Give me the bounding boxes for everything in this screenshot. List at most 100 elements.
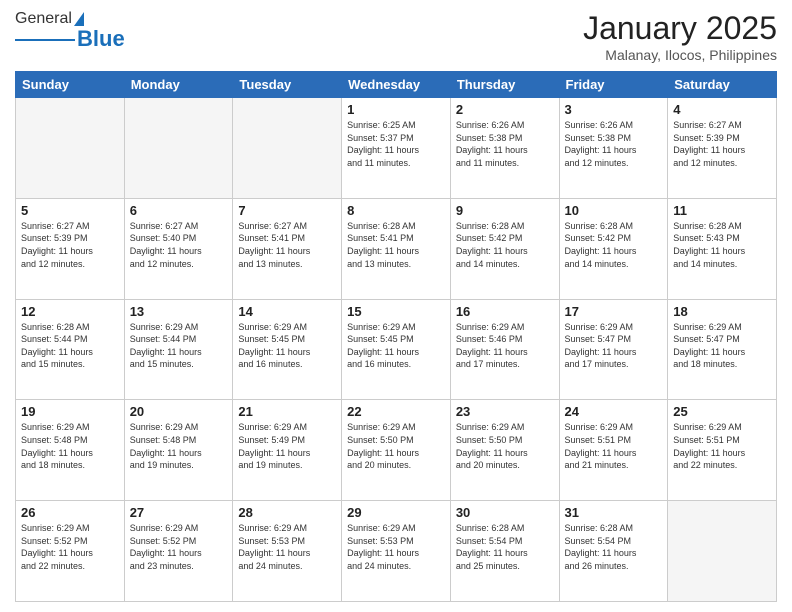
table-row: 19 Sunrise: 6:29 AM Sunset: 5:48 PM Dayli… [16,400,125,501]
table-row: 11 Sunrise: 6:28 AM Sunset: 5:43 PM Dayli… [668,198,777,299]
table-row: 16 Sunrise: 6:29 AM Sunset: 5:46 PM Dayli… [450,299,559,400]
cell-info: Sunrise: 6:29 AM Sunset: 5:50 PM Dayligh… [347,421,445,471]
day-number: 22 [347,404,445,419]
col-thursday: Thursday [450,72,559,98]
table-row: 27 Sunrise: 6:29 AM Sunset: 5:52 PM Dayli… [124,501,233,602]
col-monday: Monday [124,72,233,98]
day-number: 2 [456,102,554,117]
cell-info: Sunrise: 6:29 AM Sunset: 5:48 PM Dayligh… [130,421,228,471]
cell-info: Sunrise: 6:29 AM Sunset: 5:51 PM Dayligh… [565,421,663,471]
day-number: 21 [238,404,336,419]
day-number: 23 [456,404,554,419]
table-row: 21 Sunrise: 6:29 AM Sunset: 5:49 PM Dayli… [233,400,342,501]
day-number: 10 [565,203,663,218]
header: General Blue January 2025 Malanay, Iloco… [15,10,777,63]
table-row: 5Sunrise: 6:27 AM Sunset: 5:39 PM Daylig… [16,198,125,299]
day-number: 20 [130,404,228,419]
table-row: 9 Sunrise: 6:28 AM Sunset: 5:42 PM Daylig… [450,198,559,299]
day-number: 29 [347,505,445,520]
table-row: 30 Sunrise: 6:28 AM Sunset: 5:54 PM Dayli… [450,501,559,602]
table-row: 17 Sunrise: 6:29 AM Sunset: 5:47 PM Dayli… [559,299,668,400]
day-number: 12 [21,304,119,319]
table-row: 28Sunrise: 6:29 AM Sunset: 5:53 PM Dayli… [233,501,342,602]
day-number: 7 [238,203,336,218]
cell-info: Sunrise: 6:27 AM Sunset: 5:41 PM Dayligh… [238,220,336,270]
col-wednesday: Wednesday [342,72,451,98]
cell-info: Sunrise: 6:29 AM Sunset: 5:52 PM Dayligh… [130,522,228,572]
table-row: 26 Sunrise: 6:29 AM Sunset: 5:52 PM Dayli… [16,501,125,602]
cell-info: Sunrise: 6:29 AM Sunset: 5:51 PM Dayligh… [673,421,771,471]
day-number: 6 [130,203,228,218]
day-number: 9 [456,203,554,218]
cell-info: Sunrise: 6:28 AM Sunset: 5:42 PM Dayligh… [456,220,554,270]
cell-info: Sunrise: 6:28 AM Sunset: 5:43 PM Dayligh… [673,220,771,270]
day-number: 31 [565,505,663,520]
page: General Blue January 2025 Malanay, Iloco… [0,0,792,612]
table-row: 23 Sunrise: 6:29 AM Sunset: 5:50 PM Dayli… [450,400,559,501]
table-row: 20 Sunrise: 6:29 AM Sunset: 5:48 PM Dayli… [124,400,233,501]
cell-info: Sunrise: 6:29 AM Sunset: 5:53 PM Dayligh… [238,522,336,572]
table-row: 24Sunrise: 6:29 AM Sunset: 5:51 PM Dayli… [559,400,668,501]
logo: General Blue [15,10,125,52]
calendar-week-row: 1Sunrise: 6:25 AM Sunset: 5:37 PM Daylig… [16,98,777,199]
table-row: 31 Sunrise: 6:28 AM Sunset: 5:54 PM Dayli… [559,501,668,602]
cell-info: Sunrise: 6:27 AM Sunset: 5:39 PM Dayligh… [21,220,119,270]
cell-info: Sunrise: 6:29 AM Sunset: 5:53 PM Dayligh… [347,522,445,572]
cell-info: Sunrise: 6:29 AM Sunset: 5:47 PM Dayligh… [673,321,771,371]
table-row: 13Sunrise: 6:29 AM Sunset: 5:44 PM Dayli… [124,299,233,400]
day-number: 15 [347,304,445,319]
day-number: 4 [673,102,771,117]
cell-info: Sunrise: 6:29 AM Sunset: 5:44 PM Dayligh… [130,321,228,371]
calendar-table: Sunday Monday Tuesday Wednesday Thursday… [15,71,777,602]
calendar-week-row: 26 Sunrise: 6:29 AM Sunset: 5:52 PM Dayli… [16,501,777,602]
logo-line [15,39,75,41]
cell-info: Sunrise: 6:28 AM Sunset: 5:41 PM Dayligh… [347,220,445,270]
day-number: 11 [673,203,771,218]
month-title: January 2025 [583,10,777,47]
day-number: 14 [238,304,336,319]
table-row: 10 Sunrise: 6:28 AM Sunset: 5:42 PM Dayli… [559,198,668,299]
day-number: 16 [456,304,554,319]
day-number: 19 [21,404,119,419]
cell-info: Sunrise: 6:29 AM Sunset: 5:48 PM Dayligh… [21,421,119,471]
cell-info: Sunrise: 6:28 AM Sunset: 5:44 PM Dayligh… [21,321,119,371]
table-row [124,98,233,199]
title-block: January 2025 Malanay, Ilocos, Philippine… [583,10,777,63]
day-number: 25 [673,404,771,419]
calendar-week-row: 12 Sunrise: 6:28 AM Sunset: 5:44 PM Dayli… [16,299,777,400]
day-number: 26 [21,505,119,520]
cell-info: Sunrise: 6:29 AM Sunset: 5:45 PM Dayligh… [238,321,336,371]
logo-triangle-icon [74,12,84,26]
calendar-header-row: Sunday Monday Tuesday Wednesday Thursday… [16,72,777,98]
table-row [16,98,125,199]
cell-info: Sunrise: 6:28 AM Sunset: 5:54 PM Dayligh… [456,522,554,572]
col-sunday: Sunday [16,72,125,98]
calendar-week-row: 19 Sunrise: 6:29 AM Sunset: 5:48 PM Dayli… [16,400,777,501]
table-row: 1Sunrise: 6:25 AM Sunset: 5:37 PM Daylig… [342,98,451,199]
cell-info: Sunrise: 6:29 AM Sunset: 5:46 PM Dayligh… [456,321,554,371]
table-row: 18Sunrise: 6:29 AM Sunset: 5:47 PM Dayli… [668,299,777,400]
cell-info: Sunrise: 6:29 AM Sunset: 5:52 PM Dayligh… [21,522,119,572]
cell-info: Sunrise: 6:28 AM Sunset: 5:42 PM Dayligh… [565,220,663,270]
table-row [668,501,777,602]
table-row: 3Sunrise: 6:26 AM Sunset: 5:38 PM Daylig… [559,98,668,199]
cell-info: Sunrise: 6:29 AM Sunset: 5:47 PM Dayligh… [565,321,663,371]
table-row: 7 Sunrise: 6:27 AM Sunset: 5:41 PM Daylig… [233,198,342,299]
table-row: 15Sunrise: 6:29 AM Sunset: 5:45 PM Dayli… [342,299,451,400]
logo-blue-text: Blue [77,26,125,52]
day-number: 30 [456,505,554,520]
cell-info: Sunrise: 6:25 AM Sunset: 5:37 PM Dayligh… [347,119,445,169]
table-row: 2 Sunrise: 6:26 AM Sunset: 5:38 PM Daylig… [450,98,559,199]
cell-info: Sunrise: 6:26 AM Sunset: 5:38 PM Dayligh… [456,119,554,169]
cell-info: Sunrise: 6:28 AM Sunset: 5:54 PM Dayligh… [565,522,663,572]
table-row: 12 Sunrise: 6:28 AM Sunset: 5:44 PM Dayli… [16,299,125,400]
table-row: 29 Sunrise: 6:29 AM Sunset: 5:53 PM Dayli… [342,501,451,602]
table-row [233,98,342,199]
cell-info: Sunrise: 6:29 AM Sunset: 5:49 PM Dayligh… [238,421,336,471]
day-number: 27 [130,505,228,520]
day-number: 17 [565,304,663,319]
calendar-week-row: 5Sunrise: 6:27 AM Sunset: 5:39 PM Daylig… [16,198,777,299]
cell-info: Sunrise: 6:29 AM Sunset: 5:50 PM Dayligh… [456,421,554,471]
day-number: 3 [565,102,663,117]
cell-info: Sunrise: 6:27 AM Sunset: 5:39 PM Dayligh… [673,119,771,169]
